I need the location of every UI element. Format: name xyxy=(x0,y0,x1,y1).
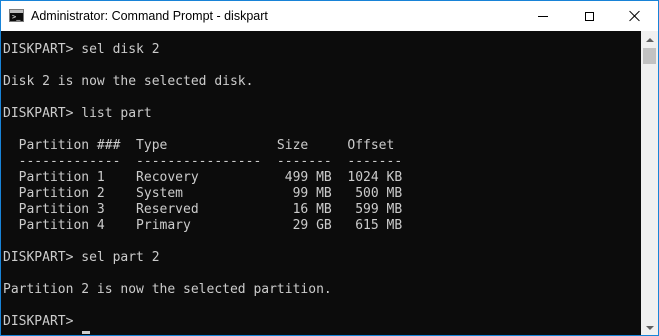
console-line: Partition 4 Primary 29 GB 615 MB xyxy=(3,218,403,233)
console-line: Disk 2 is now the selected disk. xyxy=(3,74,254,89)
scroll-down-button[interactable] xyxy=(641,319,658,335)
minimize-icon xyxy=(538,16,548,17)
console-line: DISKPART> list part xyxy=(3,106,152,121)
text-cursor xyxy=(82,331,90,334)
console-line: Partition 1 Recovery 499 MB 1024 KB xyxy=(3,170,403,185)
close-button[interactable] xyxy=(612,1,658,31)
console-line: DISKPART> sel disk 2 xyxy=(3,42,160,57)
console-line: Partition 3 Reserved 16 MB 599 MB xyxy=(3,202,403,217)
maximize-icon xyxy=(584,11,594,21)
chevron-down-icon xyxy=(645,325,654,330)
command-prompt-icon[interactable]: >_ xyxy=(9,9,24,22)
close-icon xyxy=(629,10,641,22)
console-line: DISKPART> sel part 2 xyxy=(3,250,160,265)
window-title: Administrator: Command Prompt - diskpart xyxy=(31,9,268,23)
console-line: Partition 2 System 99 MB 500 MB xyxy=(3,186,403,201)
chevron-up-icon xyxy=(645,37,654,42)
console-line: ------------- ---------------- ------- -… xyxy=(3,154,403,169)
command-prompt-window: >_ Administrator: Command Prompt - diskp… xyxy=(0,0,659,336)
minimize-button[interactable] xyxy=(520,1,566,31)
title-bar[interactable]: >_ Administrator: Command Prompt - diskp… xyxy=(1,1,658,31)
scroll-up-button[interactable] xyxy=(641,31,658,48)
scrollbar-thumb[interactable] xyxy=(643,48,656,64)
console-output[interactable]: DISKPART> sel disk 2 Disk 2 is now the s… xyxy=(1,31,641,335)
maximize-button[interactable] xyxy=(566,1,612,31)
console-line: Partition ### Type Size Offset xyxy=(3,138,395,153)
console-prompt-line: DISKPART> xyxy=(3,314,82,329)
vertical-scrollbar[interactable] xyxy=(641,31,658,335)
console-line: Partition 2 is now the selected partitio… xyxy=(3,282,332,297)
